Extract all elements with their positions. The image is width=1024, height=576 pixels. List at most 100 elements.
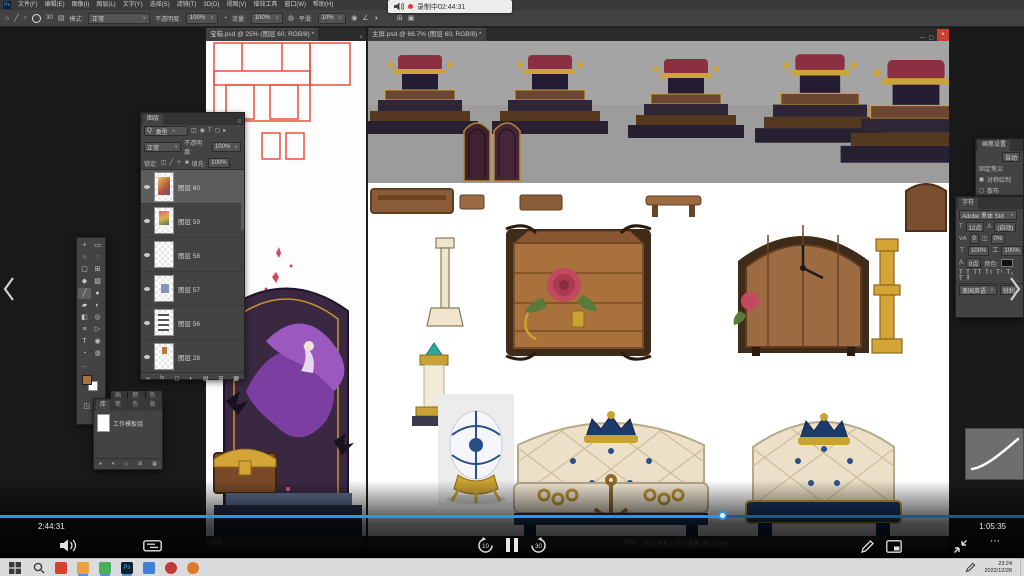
- filter-adjust-icon[interactable]: ◉: [200, 128, 205, 134]
- share-icon[interactable]: ◇: [124, 462, 128, 467]
- menu-item-image[interactable]: 图像(I): [72, 0, 90, 10]
- microphone-speaker-icon[interactable]: [394, 2, 404, 11]
- lock-position-icon[interactable]: ＋: [176, 160, 182, 166]
- menu-item-plugins[interactable]: 增效工具: [253, 0, 277, 10]
- text-color-swatch[interactable]: [1001, 259, 1013, 267]
- shape-tool-icon[interactable]: ◉: [91, 336, 104, 347]
- hand-tool-icon[interactable]: ◔: [78, 348, 91, 359]
- layer-thumbnail[interactable]: [154, 172, 174, 202]
- lock-pixels-icon[interactable]: ╱: [169, 160, 173, 166]
- tab-layers[interactable]: 图层: [143, 114, 163, 125]
- spacing-select[interactable]: 0%: [991, 234, 1006, 244]
- tab-brushes[interactable]: 画笔: [111, 391, 127, 411]
- frame-tool-icon[interactable]: ⊞: [91, 264, 104, 275]
- brush-preview-icon[interactable]: [32, 14, 41, 23]
- smoothing-select[interactable]: 10%∨: [318, 13, 347, 24]
- layers-scrollbar[interactable]: [241, 170, 244, 230]
- kerning-select[interactable]: 0: [970, 234, 979, 244]
- blur-tool-icon[interactable]: ◎: [91, 312, 104, 323]
- layer-row[interactable]: 图层 59: [141, 204, 244, 238]
- layer-group-icon[interactable]: ▤: [203, 376, 209, 382]
- select-tool-icon[interactable]: ◌: [91, 252, 104, 263]
- search-icon[interactable]: [33, 562, 45, 574]
- brush-option-row[interactable]: 固定笔尖: [979, 164, 1003, 173]
- layer-thumbnail[interactable]: [154, 309, 174, 336]
- menu-item-edit[interactable]: 编辑(E): [45, 0, 65, 10]
- layer-row[interactable]: 图层 56: [141, 306, 244, 340]
- quick-mask-icon[interactable]: ◳: [83, 403, 90, 410]
- crop-tool-icon[interactable]: ▢: [78, 264, 91, 275]
- tab-character[interactable]: 字符: [958, 198, 978, 209]
- layer-thumbnail[interactable]: [154, 207, 174, 234]
- sync-icon[interactable]: ●: [99, 462, 102, 467]
- home-icon[interactable]: ⌂: [5, 15, 9, 22]
- new-layer-icon[interactable]: ⊞: [218, 376, 223, 382]
- tab-brush-settings[interactable]: 画笔设置: [978, 140, 1010, 151]
- symmetry-icon[interactable]: ⊞: [397, 15, 403, 22]
- smoothing-gear-icon[interactable]: ◉: [351, 15, 357, 22]
- menu-item-file[interactable]: 文件(F): [18, 0, 38, 10]
- brush-option-row[interactable]: 对称绘制: [987, 175, 1011, 184]
- taskbar-app-photoshop[interactable]: Ps: [121, 562, 133, 574]
- layer-mask-icon[interactable]: ◻: [174, 376, 179, 382]
- brush-tool-icon[interactable]: ╱: [78, 288, 91, 299]
- eyedropper-tool-icon[interactable]: ◆: [78, 276, 91, 287]
- zoom-tool-icon[interactable]: ◍: [91, 348, 104, 359]
- auto-button[interactable]: 自动: [1002, 152, 1020, 162]
- tab-swatches[interactable]: 色板: [146, 391, 162, 411]
- brush-option-row[interactable]: 散布: [987, 186, 999, 195]
- start-button[interactable]: [9, 562, 21, 574]
- menu-item-view[interactable]: 视图(V): [226, 0, 246, 10]
- horizontal-scale-field[interactable]: 100%: [1001, 246, 1022, 256]
- danmaku-icon[interactable]: [143, 540, 162, 553]
- lasso-tool-icon[interactable]: ○: [78, 252, 91, 263]
- document-tab-zhuping[interactable]: 主屏.psd @ 66.7% (图层 60, RGB/8) *: [368, 28, 486, 41]
- volume-icon[interactable]: [60, 539, 78, 552]
- path-select-tool-icon[interactable]: ▷: [91, 324, 104, 335]
- checkbox-checked-icon[interactable]: ◼: [979, 177, 984, 183]
- touch-keyboard-pen-icon[interactable]: [965, 562, 976, 573]
- player-progress-handle[interactable]: [718, 511, 727, 520]
- layer-visibility-icon[interactable]: [144, 321, 150, 325]
- stamp-tool-icon[interactable]: ●: [91, 288, 104, 299]
- taskbar-clock[interactable]: 23:24 2022/12/28: [984, 561, 1012, 574]
- filter-type-icon[interactable]: T: [208, 128, 212, 134]
- taskbar-app-c[interactable]: [187, 562, 199, 574]
- layer-visibility-icon[interactable]: [144, 185, 150, 189]
- font-size-select[interactable]: 12点: [966, 222, 985, 232]
- blend-mode-select[interactable]: 正常∨: [88, 13, 150, 24]
- layer-blend-mode-select[interactable]: 正常∨: [144, 142, 181, 152]
- status-zoom-level[interactable]: 25%: [368, 540, 635, 546]
- screenshot-frame-icon[interactable]: [886, 540, 902, 553]
- filter-smart-icon[interactable]: ▸: [223, 128, 226, 134]
- more-options-icon[interactable]: ⋯: [990, 536, 1001, 547]
- new-item-icon[interactable]: ⊞: [138, 462, 142, 467]
- document-tab-baoxiang[interactable]: 宝箱.psd @ 25% (图层 60, RGB/8) *: [206, 28, 318, 41]
- font-family-select[interactable]: Adobe 黑体 Std∨: [959, 210, 1017, 220]
- taskbar-app-a[interactable]: [165, 562, 177, 574]
- leading-select[interactable]: (自动): [994, 222, 1016, 232]
- opacity-select[interactable]: 100%∨: [186, 13, 218, 24]
- layer-opacity-select[interactable]: 100%∨: [212, 142, 241, 152]
- flow-select[interactable]: 100%∨: [251, 13, 283, 24]
- menu-item-3d[interactable]: 3D(D): [203, 0, 219, 10]
- tab-library[interactable]: 库: [96, 400, 110, 411]
- pressure-size-icon[interactable]: ◑: [374, 15, 378, 22]
- maximize-icon[interactable]: ▢: [925, 34, 937, 41]
- adjustment-layer-icon[interactable]: ◐: [189, 376, 193, 382]
- delete-layer-icon[interactable]: ▦: [233, 376, 239, 382]
- library-item[interactable]: 工作模板组: [94, 411, 162, 433]
- taskbar-app-wechat[interactable]: [99, 562, 111, 574]
- layer-visibility-icon[interactable]: [144, 219, 150, 223]
- layer-row[interactable]: 图层 28: [141, 340, 244, 372]
- history-brush-tool-icon[interactable]: ▰: [78, 300, 91, 311]
- layer-visibility-icon[interactable]: [144, 287, 150, 291]
- close-icon[interactable]: ×: [937, 29, 949, 41]
- player-progress-track[interactable]: [0, 515, 1024, 518]
- move-tool-icon[interactable]: +: [78, 240, 91, 251]
- pause-button[interactable]: [505, 538, 519, 552]
- taskbar-app-blue[interactable]: [143, 562, 155, 574]
- foreground-color-swatch[interactable]: [82, 375, 92, 385]
- eraser-tool-icon[interactable]: ◐: [91, 300, 104, 311]
- lock-all-icon[interactable]: ■: [185, 160, 189, 166]
